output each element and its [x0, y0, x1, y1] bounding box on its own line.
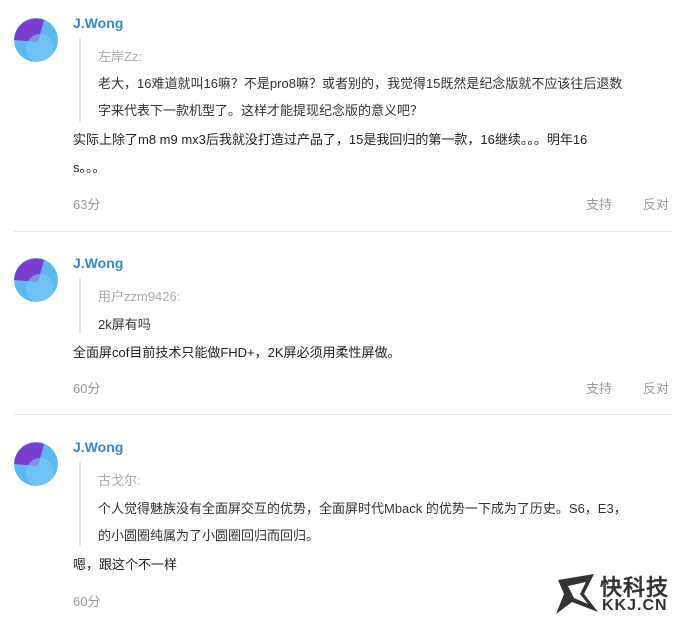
kkj-logo-icon — [556, 574, 598, 614]
quote-author[interactable]: 用户zzm9426: — [98, 286, 180, 305]
comment-divider — [14, 414, 672, 415]
quoted-comment: 古戈尔: 个人觉得魅族没有全面屏交互的优势，全面屏时代Mback 的优势一下成为… — [79, 462, 669, 546]
username[interactable]: J.Wong — [73, 255, 123, 271]
avatar[interactable] — [14, 18, 58, 62]
comment-score: 60分 — [73, 381, 101, 396]
comment-score: 60分 — [73, 594, 101, 609]
comment-text-line: 嗯，跟这个不一样 — [73, 557, 178, 572]
quote-text-line: 的小圆圈纯属为了小圆圈回归而回归。 — [98, 528, 320, 543]
oppose-button[interactable]: 反对 — [643, 378, 669, 397]
comment-text-line: s。。。 — [73, 160, 106, 175]
username[interactable]: J.Wong — [73, 15, 123, 31]
avatar[interactable] — [14, 258, 58, 302]
quoted-comment: 左岸Zz: 老大，16难道就叫16嘛？不是pro8嘛？或者别的，我觉得15既然是… — [79, 38, 669, 122]
quote-text-line: 个人觉得魅族没有全面屏交互的优势，全面屏时代Mback 的优势一下成为了历史。S… — [98, 501, 627, 516]
watermark-subtitle: KKJ.CN — [602, 597, 668, 614]
quote-text-line: 字来代表下一款机型了。这样才能提现纪念版的意义吧？ — [98, 103, 424, 118]
support-button[interactable]: 支持 — [586, 194, 612, 213]
comment-text-line: 实际上除了m8 m9 mx3后我就没打造过产品了，15是我回归的第一款，16继续… — [73, 132, 588, 147]
comment-score: 63分 — [73, 197, 101, 212]
username[interactable]: J.Wong — [73, 439, 123, 455]
support-button[interactable]: 支持 — [586, 378, 612, 397]
kkj-watermark: 快科技 KKJ.CN — [548, 566, 680, 620]
quote-author[interactable]: 古戈尔: — [98, 470, 141, 489]
quote-text-line: 老大，16难道就叫16嘛？不是pro8嘛？或者别的，我觉得15既然是纪念版就不应… — [98, 76, 623, 91]
quote-author[interactable]: 左岸Zz: — [98, 46, 142, 65]
comment-text-line: 全面屏cof目前技术只能做FHD+，2K屏必须用柔性屏做。 — [73, 345, 401, 360]
comment-divider — [14, 231, 672, 232]
quote-text-line: 2k屏有吗 — [98, 317, 151, 332]
oppose-button[interactable]: 反对 — [643, 194, 669, 213]
avatar[interactable] — [14, 442, 58, 486]
quoted-comment: 用户zzm9426: 2k屏有吗 — [79, 278, 669, 334]
